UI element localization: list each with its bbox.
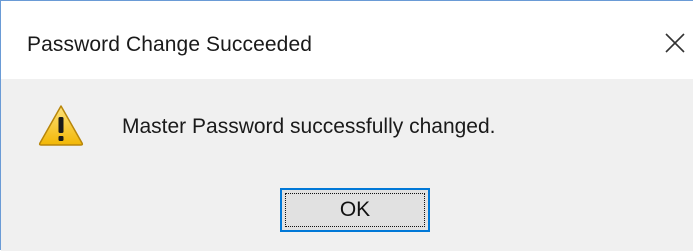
dialog-body: Master Password successfully changed. OK: [1, 79, 693, 251]
warning-icon: [37, 103, 85, 147]
dialog-message: Master Password successfully changed.: [122, 115, 496, 138]
close-button[interactable]: [661, 25, 691, 61]
close-icon: [665, 33, 685, 53]
ok-button-label: OK: [339, 198, 371, 221]
dialog-title: Password Change Succeeded: [27, 33, 313, 56]
ok-button[interactable]: OK: [280, 188, 430, 232]
title-bar[interactable]: Password Change Succeeded: [1, 1, 693, 79]
message-dialog: Password Change Succeeded Master Passwor…: [0, 0, 693, 251]
